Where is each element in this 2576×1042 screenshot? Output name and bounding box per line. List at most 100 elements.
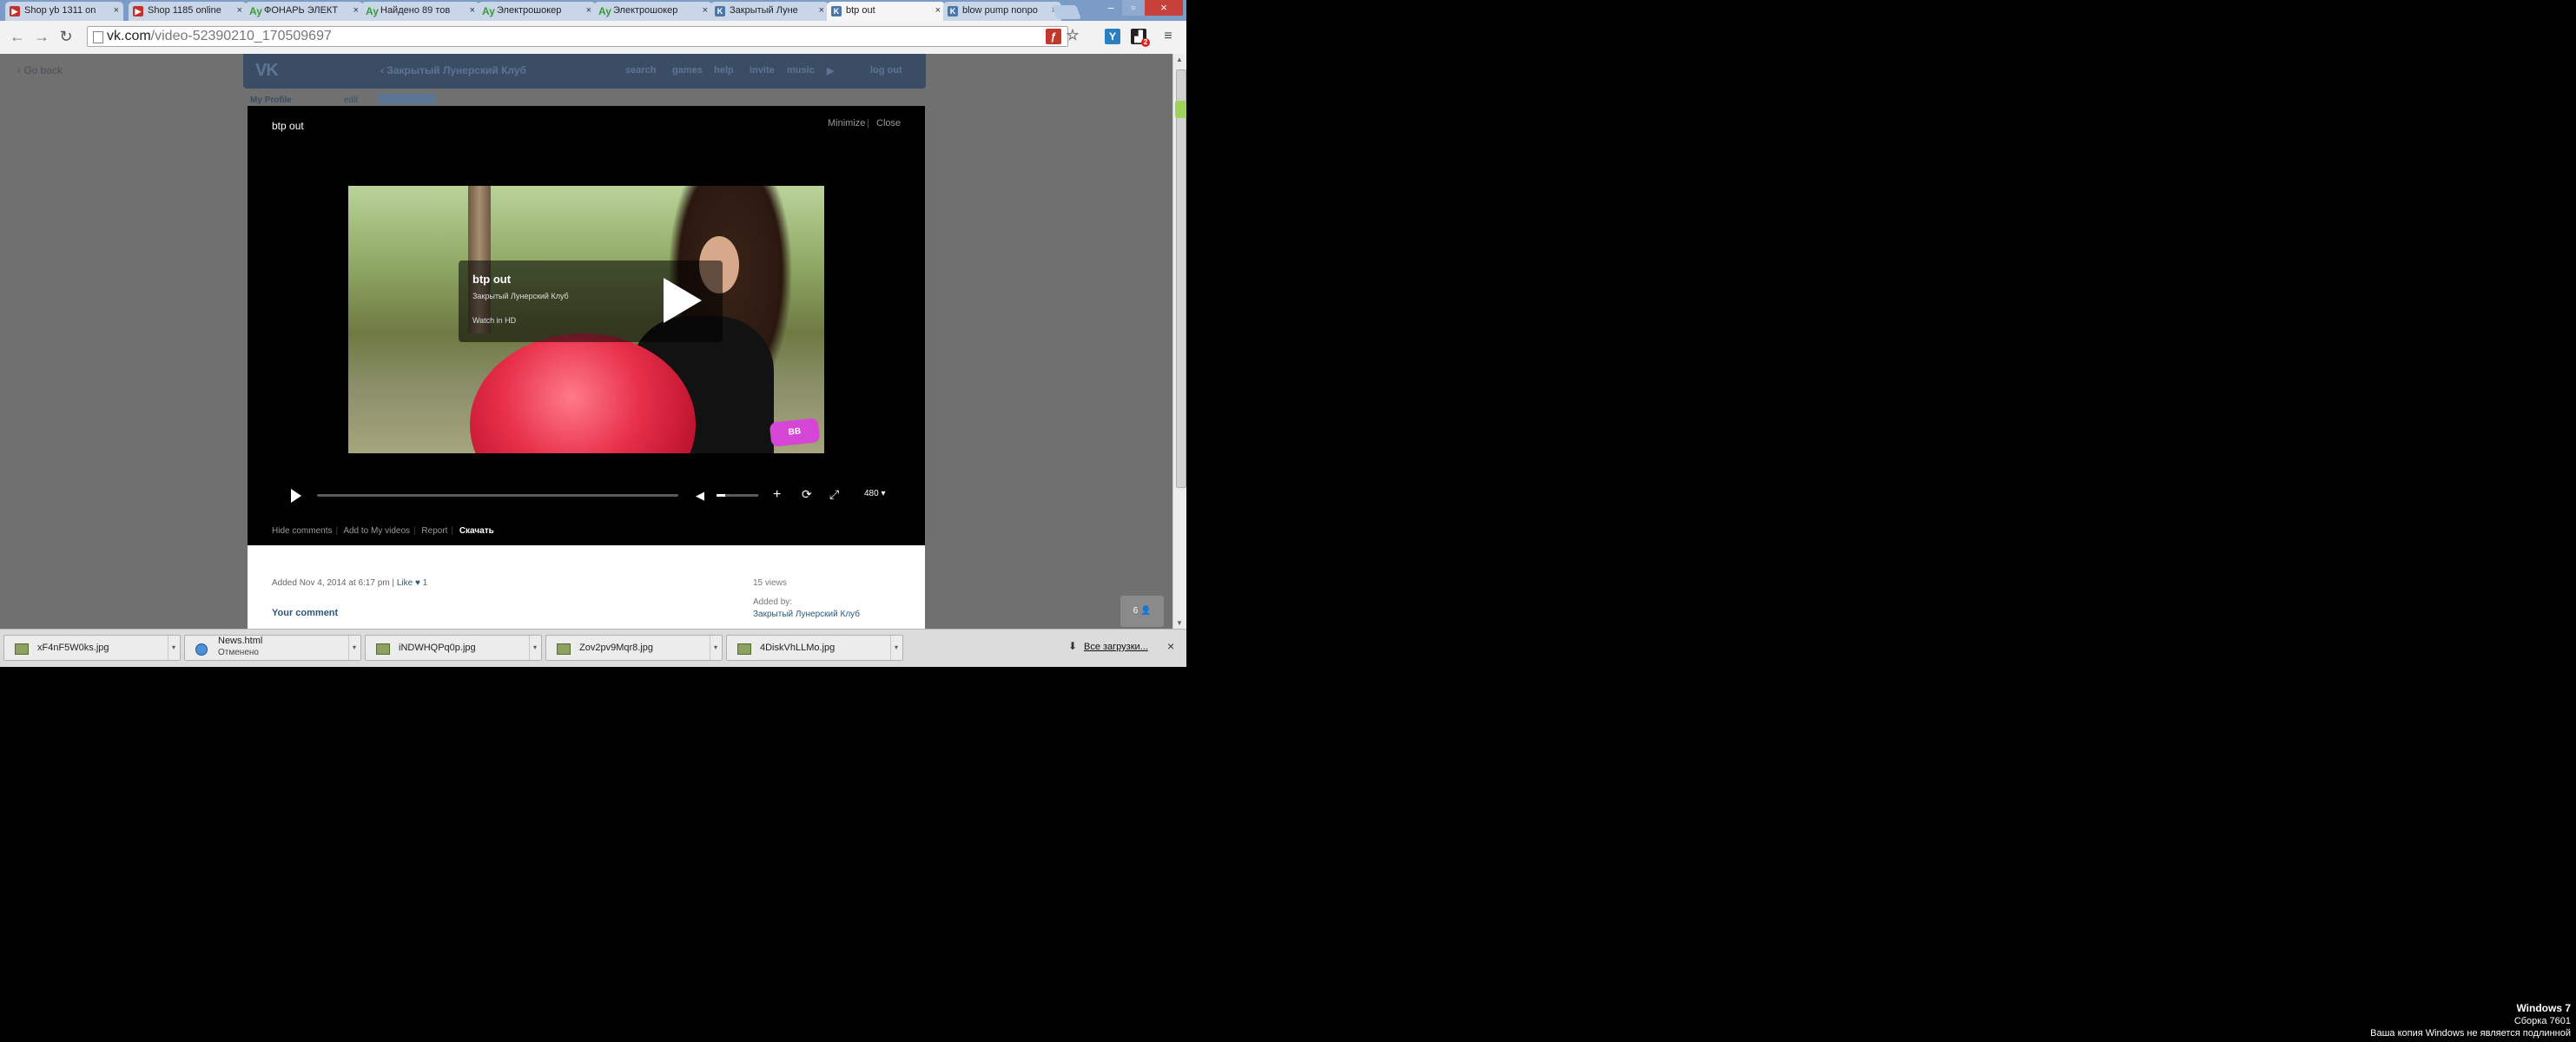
close-icon[interactable]: × — [819, 5, 824, 16]
overlay-title: btp out — [472, 273, 512, 286]
go-back-link[interactable]: ‹ Go back — [17, 64, 63, 76]
watch-hd-link[interactable]: Watch in HD — [472, 316, 516, 325]
nav-help[interactable]: help — [714, 65, 734, 76]
dropdown-icon[interactable]: ▾ — [168, 636, 179, 660]
scroll-thumb[interactable] — [1176, 69, 1186, 488]
volume-icon[interactable]: ◀ — [696, 489, 704, 503]
close-window-icon[interactable]: × — [1145, 0, 1183, 16]
download-item[interactable]: News.html Отменено ▾ — [184, 635, 361, 661]
close-downloads-icon[interactable]: × — [1167, 639, 1174, 653]
added-info: Added Nov 4, 2014 at 6:17 pm | Like ♥ 1 — [272, 578, 428, 588]
watermark-build: Сборка 7601 — [2513, 1016, 2571, 1026]
tab-btp-out[interactable]: K btp out × — [827, 2, 945, 21]
video-title: btp out — [272, 120, 304, 132]
close-icon[interactable]: × — [935, 5, 941, 16]
reload-icon[interactable]: ↻ — [57, 28, 75, 45]
progress-track[interactable] — [317, 494, 678, 497]
new-tab-button[interactable] — [1052, 5, 1081, 19]
add-icon[interactable]: + — [773, 487, 781, 503]
tab-shop-1185[interactable]: ▶ Shop 1185 online × — [129, 2, 247, 21]
added-date: Added Nov 4, 2014 at 6:17 pm — [272, 578, 390, 588]
play-icon[interactable] — [291, 489, 301, 503]
overlay-author[interactable]: Закрытый Лунерский Клуб — [472, 292, 569, 300]
download-arrow-icon: ⬇ — [1068, 640, 1078, 652]
download-item[interactable]: xF4nF5W0ks.jpg ▾ — [3, 635, 181, 661]
address-bar[interactable]: vk.com/video-52390210_170509697 — [87, 26, 1068, 47]
close-icon[interactable]: × — [470, 5, 475, 16]
video-actions: Hide comments | Add to My videos | Report |… — [272, 526, 498, 536]
tab-fonar[interactable]: Ay ФОНАРЬ ЭЛЕКТ × — [245, 2, 363, 21]
vk-icon: K — [831, 6, 842, 16]
video-info-panel: Added Nov 4, 2014 at 6:17 pm | Like ♥ 1 … — [248, 545, 925, 629]
all-downloads-link[interactable]: Все загрузки... — [1084, 642, 1148, 652]
nav-invite[interactable]: invite — [750, 65, 775, 76]
tab-shop-yb-1311[interactable]: ▶ Shop yb 1311 on × — [5, 2, 123, 21]
scroll-up-icon[interactable]: ▲ — [1176, 56, 1183, 63]
close-icon[interactable]: × — [353, 5, 359, 16]
tab-naideno[interactable]: Ay Найдено 89 тов × — [361, 2, 479, 21]
nav-music[interactable]: music — [787, 65, 815, 76]
dropdown-icon[interactable]: ▾ — [348, 636, 360, 660]
added-by-link[interactable]: Закрытый Лунерский Клуб — [753, 610, 860, 619]
quality-value: 480 — [864, 489, 879, 498]
separator: | — [867, 118, 869, 129]
watermark-notice: Ваша копия Windows не является подлинной — [2370, 1028, 2571, 1039]
back-arrow-icon[interactable]: ← — [9, 28, 26, 45]
dropdown-icon[interactable]: ▾ — [710, 636, 721, 660]
download-item[interactable]: Zov2pv9Mqr8.jpg ▾ — [545, 635, 723, 661]
tab-elektroshoker-2[interactable]: Ay Электрошокер × — [594, 2, 712, 21]
close-icon[interactable]: × — [237, 5, 242, 16]
video-info-overlay[interactable]: btp out Закрытый Лунерский Клуб Watch in… — [459, 260, 723, 342]
minimize-window-icon[interactable]: – — [1100, 0, 1122, 16]
like-button[interactable]: Like — [397, 578, 413, 588]
vk-icon: K — [948, 6, 958, 16]
mini-chat-button[interactable]: 6 👤 — [1120, 596, 1164, 627]
fullscreen-icon[interactable]: ⤢ — [829, 487, 839, 502]
close-icon[interactable]: × — [703, 5, 708, 16]
player-controls: ◀ + ⟳ ⤢ 480 ▾ — [248, 486, 925, 504]
scroll-down-icon[interactable]: ▼ — [1176, 619, 1183, 627]
add-to-videos-link[interactable]: Add to My videos — [343, 526, 410, 536]
nav-logout[interactable]: log out — [870, 65, 902, 76]
bookmark-star-icon[interactable]: ☆ — [1065, 28, 1080, 43]
loop-icon[interactable]: ⟳ — [802, 487, 812, 502]
hide-comments-link[interactable]: Hide comments — [272, 526, 332, 536]
tab-zakrytyi[interactable]: K Закрытый Луне × — [710, 2, 829, 21]
nav-search[interactable]: search — [625, 65, 656, 76]
heart-icon[interactable]: ♥ — [415, 578, 420, 588]
tab-blow-pump[interactable]: K blow pump nonpo × — [943, 2, 1061, 21]
download-item[interactable]: iNDWHQPq0p.jpg ▾ — [365, 635, 542, 661]
separator: | — [451, 526, 454, 536]
image-file-icon — [557, 643, 571, 655]
downloads-bar: xF4nF5W0ks.jpg ▾ News.html Отменено ▾ iN… — [0, 629, 1186, 667]
report-link[interactable]: Report — [421, 526, 447, 536]
play-big-icon[interactable] — [664, 278, 702, 323]
dropdown-icon[interactable]: ▾ — [890, 636, 902, 660]
user-icon: 👤 — [1139, 606, 1152, 616]
tab-label: Найдено 89 тов — [380, 5, 451, 16]
quality-select[interactable]: 480 ▾ — [864, 489, 886, 498]
close-icon[interactable]: × — [586, 5, 591, 16]
menu-icon[interactable]: ≡ — [1160, 29, 1176, 44]
close-link[interactable]: Close — [876, 118, 901, 129]
channel-logo: BB — [769, 418, 821, 447]
dropdown-icon[interactable]: ▾ — [529, 636, 540, 660]
music-play-icon[interactable]: ▶ — [827, 65, 834, 76]
vertical-scrollbar[interactable]: ▲ ▼ — [1172, 54, 1186, 629]
header-group-link[interactable]: ‹ Закрытый Лунерский Клуб — [380, 64, 526, 76]
download-link[interactable]: Скачать — [459, 526, 494, 536]
forward-arrow-icon[interactable]: → — [33, 28, 50, 45]
close-icon[interactable]: × — [114, 5, 119, 16]
vk-logo[interactable]: VK — [255, 61, 279, 81]
minimize-link[interactable]: Minimize — [828, 118, 865, 129]
like-count: 1 — [422, 578, 428, 588]
nav-games[interactable]: games — [672, 65, 703, 76]
views-count: 15 views — [753, 578, 787, 588]
yandex-extension-icon[interactable]: Y — [1105, 29, 1120, 44]
flash-icon[interactable]: ƒ — [1046, 29, 1061, 44]
tab-elektroshoker-1[interactable]: Ay Электрошокер × — [478, 2, 596, 21]
maximize-window-icon[interactable]: ▫ — [1122, 0, 1145, 16]
page-content: ‹ Go back VK ‹ Закрытый Лунерский Клуб s… — [0, 54, 1172, 629]
download-item[interactable]: 4DiskVhLLMo.jpg ▾ — [726, 635, 903, 661]
side-extension-tab[interactable] — [1175, 101, 1186, 118]
